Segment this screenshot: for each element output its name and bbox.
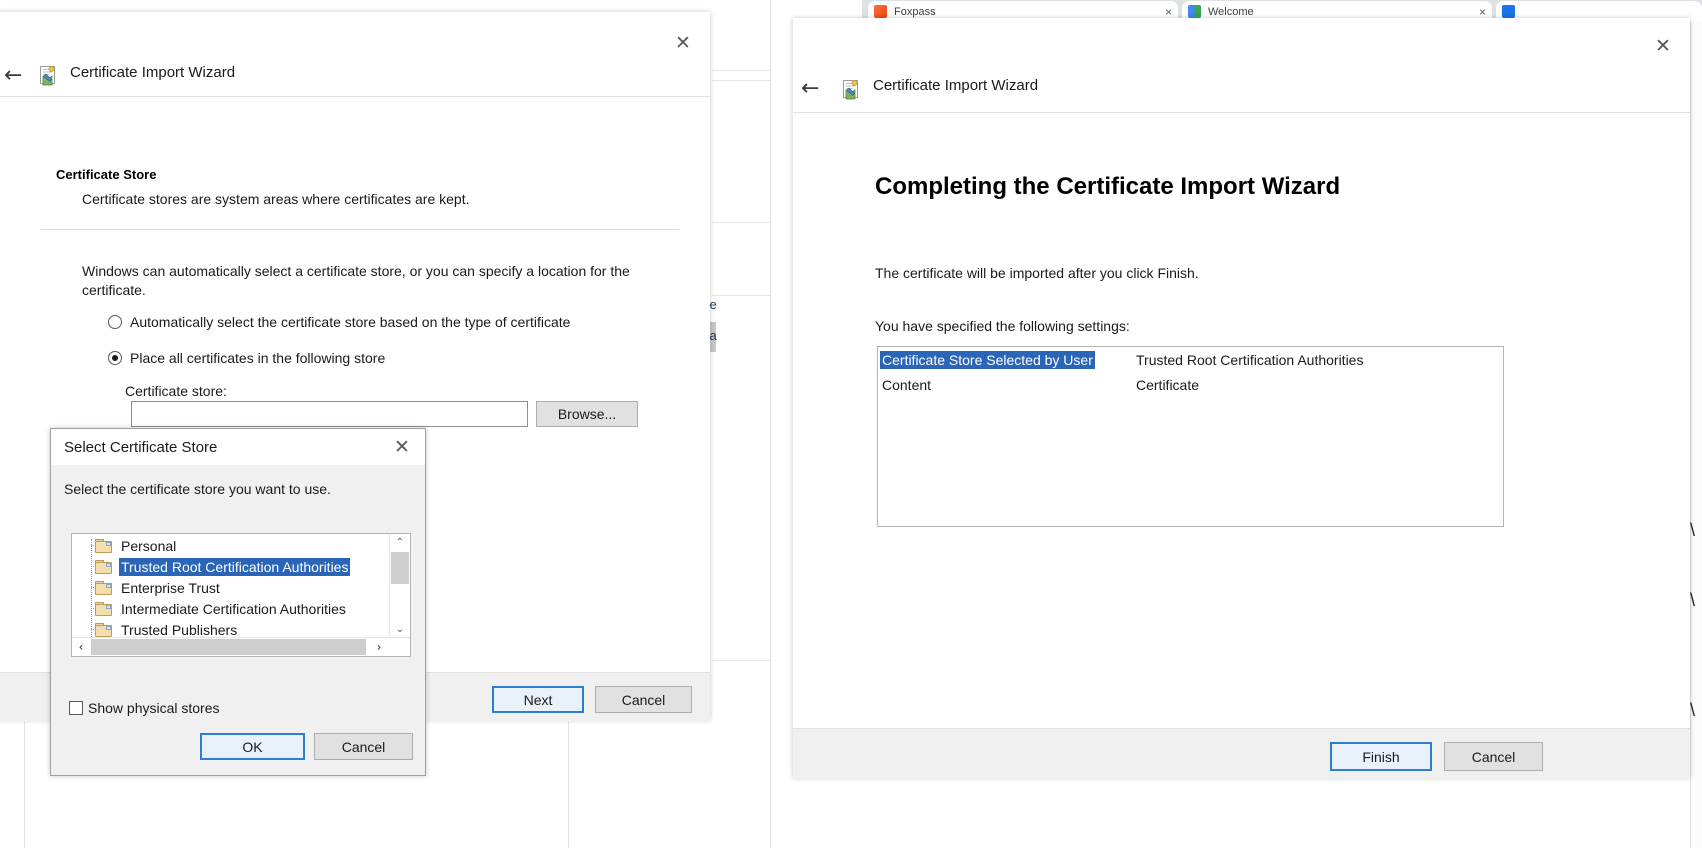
page-title: Completing the Certificate Import Wizard xyxy=(875,173,1340,201)
wizard-title: Certificate Import Wizard xyxy=(873,77,1038,94)
folder-icon xyxy=(95,623,112,637)
dialog-title-bar: Select Certificate Store ✕ xyxy=(51,429,425,465)
cancel-button[interactable]: Cancel xyxy=(1444,742,1543,771)
tree-item-personal[interactable]: Personal xyxy=(73,535,391,556)
close-icon[interactable]: × xyxy=(1479,5,1486,19)
settings-value: Certificate xyxy=(1136,377,1199,393)
folder-icon xyxy=(95,602,112,616)
cancel-button[interactable]: Cancel xyxy=(595,686,692,713)
tree-item-trusted-root-certification-authorities[interactable]: Trusted Root Certification Authorities xyxy=(73,556,391,577)
tree-item-label: Enterprise Trust xyxy=(119,579,222,597)
radio-label: Automatically select the certificate sto… xyxy=(130,314,570,330)
certificate-import-wizard-complete-window: ✕ ← Certificate Import Wizard Completing… xyxy=(793,18,1690,778)
page-rule xyxy=(712,70,770,71)
tree-item-label: Trusted Publishers xyxy=(119,621,239,639)
scroll-down-icon[interactable]: ⌄ xyxy=(390,621,410,638)
tab-favicon xyxy=(1502,5,1515,18)
radio-label: Place all certificates in the following … xyxy=(130,350,385,366)
section-divider xyxy=(41,229,679,230)
wizard-title-bar: ✕ ← Certificate Import Wizard xyxy=(0,12,710,88)
page-divider xyxy=(770,0,771,848)
page-text-fragment: \ xyxy=(1690,700,1702,721)
tree-item-label: Trusted Root Certification Authorities xyxy=(119,558,350,576)
certificate-wizard-icon xyxy=(841,79,863,101)
page-rule xyxy=(712,295,770,296)
certificate-wizard-icon xyxy=(38,65,60,87)
close-icon[interactable]: ✕ xyxy=(1640,31,1686,61)
select-certificate-store-dialog: Select Certificate Store ✕ Select the ce… xyxy=(50,428,426,776)
radio-place-in-store[interactable]: Place all certificates in the following … xyxy=(108,350,385,366)
tree-items-container: Personal Trusted Root Certification Auth… xyxy=(73,535,391,643)
wizard-footer: Finish Cancel xyxy=(793,728,1690,779)
close-icon[interactable]: ✕ xyxy=(660,28,706,58)
page-divider xyxy=(568,716,569,848)
intro-text: The certificate will be imported after y… xyxy=(875,265,1199,281)
tree-item-enterprise-trust[interactable]: Enterprise Trust xyxy=(73,577,391,598)
browser-tab-title: Welcome xyxy=(1208,6,1475,18)
page-text-fragment: \ xyxy=(1690,520,1702,541)
checkbox-label: Show physical stores xyxy=(88,700,220,716)
tree-horizontal-scrollbar[interactable]: ‹ › xyxy=(72,637,410,656)
wizard-title-bar: ✕ ← Certificate Import Wizard xyxy=(793,18,1690,102)
page-right-gutter xyxy=(1690,22,1702,848)
foxpass-favicon xyxy=(874,5,887,18)
tree-vertical-scrollbar[interactable]: ⌃ ⌄ xyxy=(389,534,410,638)
folder-icon xyxy=(95,560,112,574)
scroll-right-icon[interactable]: › xyxy=(370,638,388,656)
settings-row[interactable]: Content Certificate xyxy=(878,372,1503,397)
vertical-scroll-thumb[interactable] xyxy=(391,552,409,584)
wizard-body: Completing the Certificate Import Wizard… xyxy=(793,113,1690,728)
folder-icon xyxy=(95,581,112,595)
settings-key: Certificate Store Selected by User xyxy=(880,351,1095,369)
next-button[interactable]: Next xyxy=(492,686,584,713)
scroll-left-icon[interactable]: ‹ xyxy=(72,638,90,656)
tree-item-intermediate-certification-authorities[interactable]: Intermediate Certification Authorities xyxy=(73,598,391,619)
checkbox-indicator xyxy=(69,701,83,715)
browser-tab-title: Foxpass xyxy=(894,6,1161,18)
page-rule xyxy=(712,80,770,81)
browse-button[interactable]: Browse... xyxy=(536,401,638,427)
page-rule xyxy=(712,222,770,223)
certificate-store-field-label: Certificate store: xyxy=(125,383,227,399)
screen-root: Foxpass × Welcome × s se ca \ \ \ ✕ ← xyxy=(0,0,1702,848)
dialog-prompt: Select the certificate store you want to… xyxy=(64,481,331,497)
dialog-title: Select Certificate Store xyxy=(64,439,217,456)
page-rule xyxy=(712,660,770,661)
ok-button[interactable]: OK xyxy=(200,733,305,760)
back-button[interactable]: ← xyxy=(801,78,819,100)
tree-item-label: Personal xyxy=(119,537,178,555)
back-button[interactable]: ← xyxy=(4,65,22,87)
radio-indicator xyxy=(108,315,122,329)
settings-summary-list[interactable]: Certificate Store Selected by User Trust… xyxy=(877,346,1504,527)
settings-row[interactable]: Certificate Store Selected by User Trust… xyxy=(878,347,1503,372)
certificate-store-input[interactable] xyxy=(131,401,528,427)
store-description: Windows can automatically select a certi… xyxy=(82,262,642,300)
page-divider xyxy=(1690,22,1691,848)
cancel-button[interactable]: Cancel xyxy=(314,733,413,760)
finish-button[interactable]: Finish xyxy=(1330,742,1432,771)
certificate-store-tree[interactable]: Personal Trusted Root Certification Auth… xyxy=(71,533,411,657)
step-heading: Certificate Store xyxy=(56,167,156,182)
close-icon[interactable]: ✕ xyxy=(379,432,425,462)
page-text-fragment: \ xyxy=(1690,590,1702,611)
scroll-up-icon[interactable]: ⌃ xyxy=(390,534,410,551)
settings-value: Trusted Root Certification Authorities xyxy=(1136,352,1363,368)
close-icon[interactable]: × xyxy=(1165,5,1172,19)
horizontal-scroll-thumb[interactable] xyxy=(91,639,366,655)
settings-key: Content xyxy=(880,376,933,394)
step-subheading: Certificate stores are system areas wher… xyxy=(82,191,469,207)
tree-item-label: Intermediate Certification Authorities xyxy=(119,600,348,618)
wizard-title: Certificate Import Wizard xyxy=(70,64,235,81)
welcome-favicon xyxy=(1188,5,1201,18)
radio-indicator xyxy=(108,351,122,365)
show-physical-stores-checkbox-row[interactable]: Show physical stores xyxy=(69,700,220,716)
folder-icon xyxy=(95,539,112,553)
settings-label: You have specified the following setting… xyxy=(875,318,1130,334)
radio-automatic-store[interactable]: Automatically select the certificate sto… xyxy=(108,314,570,330)
